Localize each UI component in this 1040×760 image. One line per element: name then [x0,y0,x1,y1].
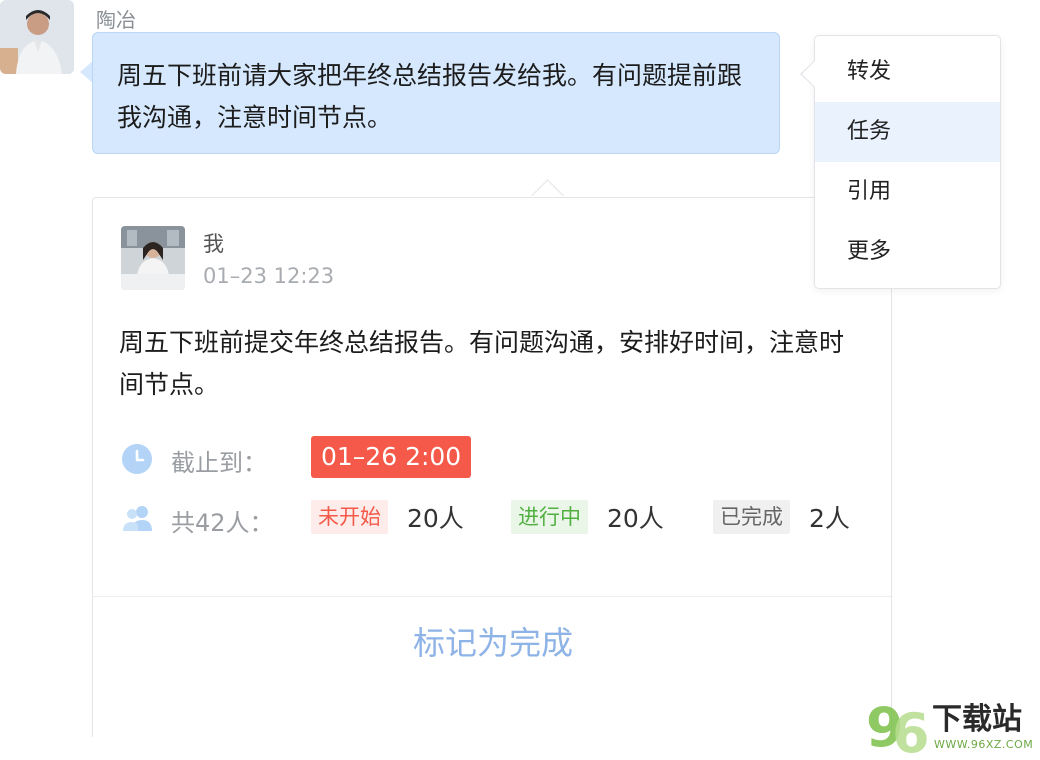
menu-item-task[interactable]: 任务 [815,102,1000,162]
status-count-not-started: 20人 [407,504,464,533]
clock-icon [121,443,153,479]
mark-complete-button[interactable]: 标记为完成 [93,618,893,664]
status-count-completed: 2人 [809,504,850,533]
participants-label: 共42人： [171,509,274,537]
svg-text:6: 6 [892,702,930,756]
context-menu: 转发 任务 引用 更多 [814,35,1001,289]
card-divider [93,596,893,597]
watermark-logo: 9 6 [866,696,930,760]
sender-avatar[interactable] [0,0,74,74]
person-photo-icon [121,226,185,290]
watermark: 9 6 下载站 WWW.96XZ.COM [866,694,1036,760]
status-tag-in-progress[interactable]: 进行中 [511,500,588,534]
deadline-badge: 01–26 2:00 [311,436,472,478]
deadline-label: 截止到： [171,449,267,477]
status-tag-completed[interactable]: 已完成 [713,500,790,534]
message-bubble[interactable]: 周五下班前请大家把年终总结报告发给我。有问题提前跟我沟通，注意时间节点。 [92,32,780,154]
my-avatar[interactable] [121,226,185,290]
chat-screen: 陶冶 周五下班前请大家把年终总结报告发给我。有问题提前跟我沟通，注意时间节点。 … [0,0,1040,760]
person-photo-icon [0,0,74,74]
menu-pointer-fill [802,61,815,87]
sender-name: 陶冶 [96,8,136,32]
watermark-url: WWW.96XZ.COM [934,738,1034,751]
task-card: 我 01–23 12:23 周五下班前提交年终总结报告。有问题沟通，安排好时间，… [92,197,893,737]
menu-item-more[interactable]: 更多 [815,222,1000,282]
people-icon [121,503,155,537]
status-tag-not-started[interactable]: 未开始 [311,500,388,534]
task-author: 我 [203,232,224,256]
task-content: 周五下班前提交年终总结报告。有问题沟通，安排好时间，注意时间节点。 [119,328,845,399]
menu-item-quote[interactable]: 引用 [815,162,1000,222]
status-count-in-progress: 20人 [607,504,664,533]
menu-item-forward[interactable]: 转发 [815,42,1000,102]
task-timestamp: 01–23 12:23 [203,264,335,288]
watermark-site-name: 下载站 [932,702,1022,737]
